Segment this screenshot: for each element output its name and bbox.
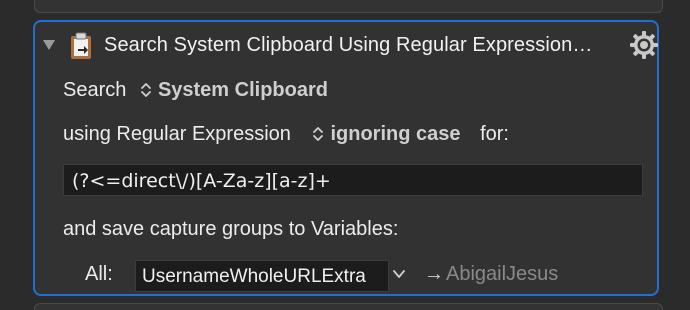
save-capture-groups-label: and save capture groups to Variables: xyxy=(63,218,399,240)
using-regex-label: using Regular Expression xyxy=(63,123,291,145)
case-popup-label: ignoring case xyxy=(330,123,461,145)
search-label: Search xyxy=(63,79,127,101)
up-down-chevron-icon xyxy=(313,127,324,141)
next-action-block[interactable] xyxy=(34,303,663,310)
search-clipboard-action[interactable]: Search System Clipboard Using Regular Ex… xyxy=(33,20,659,296)
variable-name-input[interactable]: UsernameWholeURLExtra xyxy=(135,260,389,292)
up-down-chevron-icon xyxy=(141,83,151,97)
regex-input[interactable]: (?<=direct\/)[A-Za-z][a-z]+ xyxy=(63,164,643,196)
disclosure-triangle-icon[interactable] xyxy=(43,40,55,50)
for-label: for: xyxy=(480,123,509,145)
gear-icon[interactable] xyxy=(629,30,659,60)
search-row: Search System Clipboard xyxy=(63,79,328,102)
macro-editor: Search System Clipboard Using Regular Ex… xyxy=(0,0,690,310)
source-popup-label: System Clipboard xyxy=(157,79,328,101)
case-popup[interactable]: ignoring case xyxy=(312,123,466,145)
action-header: Search System Clipboard Using Regular Ex… xyxy=(35,22,659,72)
save-label-row: and save capture groups to Variables: xyxy=(63,218,398,241)
chevron-down-icon[interactable] xyxy=(392,267,406,281)
clipboard-icon xyxy=(71,32,91,59)
regex-options-row: using Regular Expression ignoring case f… xyxy=(63,123,509,146)
right-arrow-icon: → xyxy=(424,263,444,285)
all-label: All: xyxy=(85,263,113,285)
variable-current-value: AbigailJesus xyxy=(446,263,559,285)
previous-action-block[interactable] xyxy=(34,0,663,13)
source-popup[interactable]: System Clipboard xyxy=(140,79,328,101)
all-label-row: All: xyxy=(85,263,113,286)
action-title[interactable]: Search System Clipboard Using Regular Ex… xyxy=(104,34,592,57)
